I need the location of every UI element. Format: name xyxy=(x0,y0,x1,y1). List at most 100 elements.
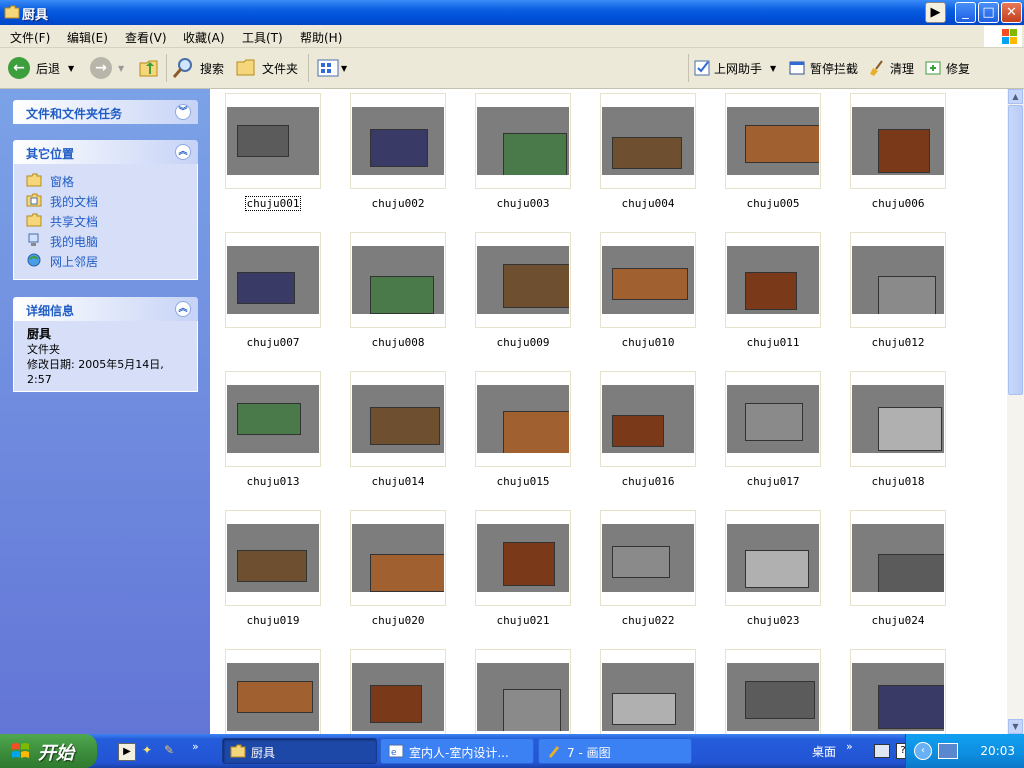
file-thumbnail[interactable] xyxy=(725,232,821,328)
file-thumbnail[interactable] xyxy=(475,93,571,189)
tasks-panel-header[interactable]: 文件和文件夹任务 ︾ xyxy=(13,100,198,124)
scroll-up-button[interactable]: ▲ xyxy=(1008,89,1023,104)
place-link-pane[interactable]: 窗格 xyxy=(14,170,197,190)
file-name[interactable]: chuju018 xyxy=(850,475,946,488)
file-name[interactable]: chuju021 xyxy=(475,614,571,627)
quick-launch-more-icon[interactable]: » xyxy=(192,740,199,753)
file-thumbnail[interactable] xyxy=(475,371,571,467)
file-name[interactable]: chuju016 xyxy=(600,475,696,488)
file-thumbnail[interactable] xyxy=(600,232,696,328)
place-link-my-documents[interactable]: 我的文档 xyxy=(14,190,197,210)
file-thumbnail[interactable] xyxy=(850,232,946,328)
file-name[interactable]: chuju001 xyxy=(225,196,321,211)
file-thumbnail[interactable] xyxy=(350,649,446,734)
file-thumbnail[interactable] xyxy=(350,232,446,328)
network-icon[interactable] xyxy=(938,743,958,759)
views-button[interactable]: ▼ xyxy=(317,56,347,80)
menu-tools[interactable]: 工具(T) xyxy=(242,29,283,46)
menu-favorites[interactable]: 收藏(A) xyxy=(183,29,225,46)
minimize-button[interactable]: _ xyxy=(955,2,976,23)
file-name[interactable]: chuju022 xyxy=(600,614,696,627)
file-name[interactable]: chuju003 xyxy=(475,197,571,210)
file-name[interactable]: chuju023 xyxy=(725,614,821,627)
file-name[interactable]: chuju015 xyxy=(475,475,571,488)
file-thumbnail[interactable] xyxy=(475,510,571,606)
scroll-down-button[interactable]: ▼ xyxy=(1008,719,1023,734)
folders-button[interactable]: 文件夹 xyxy=(236,56,298,80)
file-name[interactable]: chuju014 xyxy=(350,475,446,488)
places-panel-header[interactable]: 其它位置 ︽ xyxy=(13,140,198,164)
file-name[interactable]: chuju013 xyxy=(225,475,321,488)
file-thumbnail[interactable] xyxy=(225,510,321,606)
tray-expand-icon[interactable]: ‹ xyxy=(914,742,932,760)
desktop-toolbar-label[interactable]: 桌面 xyxy=(812,743,836,760)
up-folder-button[interactable] xyxy=(138,56,160,80)
file-name[interactable]: chuju002 xyxy=(350,197,446,210)
file-name[interactable]: chuju019 xyxy=(225,614,321,627)
place-link-network[interactable]: 网上邻居 xyxy=(14,250,197,270)
file-thumbnail[interactable] xyxy=(350,93,446,189)
task-browser[interactable]: e 室内人-室内设计... xyxy=(380,738,534,764)
file-thumbnail[interactable] xyxy=(725,510,821,606)
vertical-scrollbar[interactable]: ▲ ▼ xyxy=(1007,89,1024,734)
task-paint[interactable]: 7 - 画图 xyxy=(538,738,692,764)
file-thumbnail[interactable] xyxy=(225,232,321,328)
file-thumbnail[interactable] xyxy=(475,232,571,328)
file-name[interactable]: chuju011 xyxy=(725,336,821,349)
file-thumbnail[interactable] xyxy=(225,649,321,734)
file-name[interactable]: chuju005 xyxy=(725,197,821,210)
search-button[interactable]: 搜索 xyxy=(172,56,224,80)
file-name[interactable]: chuju006 xyxy=(850,197,946,210)
keyboard-icon[interactable] xyxy=(874,744,890,758)
collapse-icon[interactable]: ︽ xyxy=(175,301,191,317)
details-panel-header[interactable]: 详细信息 ︽ xyxy=(13,297,198,321)
file-thumbnail[interactable] xyxy=(600,93,696,189)
menu-edit[interactable]: 编辑(E) xyxy=(67,29,108,46)
file-name[interactable]: chuju007 xyxy=(225,336,321,349)
close-button[interactable]: ✕ xyxy=(1001,2,1022,23)
file-thumbnail[interactable] xyxy=(850,93,946,189)
task-explorer[interactable]: 厨具 xyxy=(222,738,377,764)
file-thumbnail[interactable] xyxy=(600,649,696,734)
repair-button[interactable]: 修复 xyxy=(924,56,970,80)
file-name[interactable]: chuju024 xyxy=(850,614,946,627)
menu-file[interactable]: 文件(F) xyxy=(10,29,50,46)
file-thumbnail[interactable] xyxy=(850,371,946,467)
file-thumbnail[interactable] xyxy=(725,93,821,189)
desktop-toolbar-more-icon[interactable]: » xyxy=(846,740,853,753)
chevron-down-icon[interactable]: ▼ xyxy=(770,64,776,73)
back-button[interactable]: ← 后退 ▼ xyxy=(8,56,74,80)
scroll-thumb[interactable] xyxy=(1008,105,1023,395)
place-link-my-computer[interactable]: 我的电脑 xyxy=(14,230,197,250)
file-thumbnail[interactable] xyxy=(225,371,321,467)
start-button[interactable]: 开始 xyxy=(0,734,97,768)
expand-icon[interactable]: ︾ xyxy=(175,104,191,120)
file-thumbnail[interactable] xyxy=(600,371,696,467)
file-thumbnail[interactable] xyxy=(600,510,696,606)
online-helper-button[interactable]: 上网助手 ▼ xyxy=(694,56,776,80)
media-player-icon[interactable]: ▶ xyxy=(925,2,946,23)
maximize-button[interactable]: □ xyxy=(978,2,999,23)
file-name[interactable]: chuju017 xyxy=(725,475,821,488)
file-name[interactable]: chuju008 xyxy=(350,336,446,349)
file-name[interactable]: chuju020 xyxy=(350,614,446,627)
paint-icon[interactable]: ✎ xyxy=(164,743,180,759)
collapse-icon[interactable]: ︽ xyxy=(175,144,191,160)
menu-help[interactable]: 帮助(H) xyxy=(300,29,342,46)
file-name[interactable]: chuju012 xyxy=(850,336,946,349)
file-thumbnail[interactable] xyxy=(225,93,321,189)
file-thumbnail[interactable] xyxy=(350,371,446,467)
file-thumbnail[interactable] xyxy=(475,649,571,734)
file-name[interactable]: chuju010 xyxy=(600,336,696,349)
file-thumbnail[interactable] xyxy=(725,371,821,467)
file-name[interactable]: chuju004 xyxy=(600,197,696,210)
popup-block-button[interactable]: 暂停拦截 xyxy=(788,56,858,80)
file-name[interactable]: chuju009 xyxy=(475,336,571,349)
media-player-icon[interactable]: ▶ xyxy=(118,743,136,761)
file-thumbnail[interactable] xyxy=(850,510,946,606)
file-thumbnail[interactable] xyxy=(725,649,821,734)
chevron-down-icon[interactable]: ▼ xyxy=(68,64,74,73)
messenger-icon[interactable]: ✦ xyxy=(142,743,158,759)
clean-button[interactable]: 清理 xyxy=(868,56,914,80)
file-thumbnail[interactable] xyxy=(850,649,946,734)
